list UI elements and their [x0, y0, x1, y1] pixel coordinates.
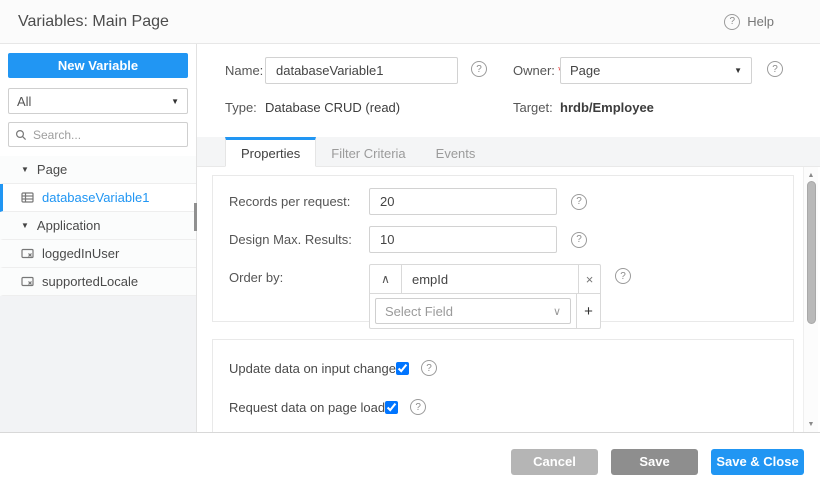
caret-down-icon: ▼ — [171, 97, 179, 106]
name-help-icon[interactable]: ? — [471, 61, 487, 77]
variables-dialog: Variables: Main Page ? Help New Variable… — [0, 0, 820, 490]
sidebar-filler — [0, 296, 196, 432]
new-variable-button[interactable]: New Variable — [8, 53, 188, 78]
tab-filter-criteria[interactable]: Filter Criteria — [316, 137, 420, 167]
update-on-input-label: Update data on input change — [229, 361, 396, 376]
caret-down-icon: ▼ — [21, 221, 29, 230]
order-by-help-icon[interactable]: ? — [615, 268, 631, 284]
tree-item-label: supportedLocale — [42, 274, 138, 289]
dialog-header: Variables: Main Page ? Help — [0, 0, 820, 44]
design-max-results-row: Design Max. Results: ? — [229, 226, 777, 253]
search-icon — [15, 129, 28, 141]
update-on-input-checkbox[interactable] — [396, 362, 409, 375]
scroll-up-icon[interactable]: ▲ — [808, 169, 815, 181]
records-per-request-label: Records per request: — [229, 188, 369, 215]
select-field-placeholder: Select Field — [385, 304, 453, 319]
static-variable-icon — [21, 275, 34, 288]
dialog-body: New Variable All ▼ ▼ Page — [0, 44, 820, 432]
owner-select[interactable]: Page ▼ — [560, 57, 752, 84]
records-per-request-help-icon[interactable]: ? — [571, 194, 587, 210]
request-on-load-label: Request data on page load — [229, 400, 385, 415]
target-value: hrdb/Employee — [560, 100, 654, 115]
behavior-panel: Update data on input change ? Request da… — [212, 339, 794, 432]
dialog-footer: Cancel Save Save & Close — [0, 432, 820, 490]
tab-bar: Properties Filter Criteria Events — [197, 137, 820, 167]
design-max-results-label: Design Max. Results: — [229, 226, 369, 253]
chevron-down-icon: ∨ — [553, 305, 561, 318]
tree-item-label: databaseVariable1 — [42, 190, 149, 205]
variable-filter-select[interactable]: All ▼ — [8, 88, 188, 114]
search-input[interactable] — [33, 128, 181, 142]
update-on-input-row: Update data on input change ? — [229, 360, 777, 376]
tree-item-logged-in-user[interactable]: loggedInUser — [0, 240, 196, 268]
name-input[interactable] — [265, 57, 458, 84]
target-label: Target: — [513, 100, 553, 115]
content-scrollbar[interactable]: ▲ ▼ — [803, 167, 818, 432]
properties-tab-content: Records per request: ? Design Max. Resul… — [197, 167, 820, 432]
type-value: Database CRUD (read) — [265, 100, 400, 115]
tab-properties[interactable]: Properties — [225, 137, 316, 167]
owner-label: Owner:* — [513, 57, 563, 84]
database-variable-icon — [21, 191, 34, 204]
save-and-close-button[interactable]: Save & Close — [711, 449, 804, 475]
type-label: Type: — [225, 100, 257, 115]
select-field-dropdown[interactable]: Select Field ∨ — [375, 298, 571, 324]
records-per-request-row: Records per request: ? — [229, 188, 777, 215]
order-by-add-row: Select Field ∨ + — [370, 293, 600, 328]
order-by-field-input[interactable] — [402, 265, 578, 293]
data-settings-panel: Records per request: ? Design Max. Resul… — [212, 175, 794, 322]
search-box[interactable] — [8, 122, 188, 147]
order-by-widget: ∧ × Select Field ∨ — [369, 264, 601, 329]
tab-events[interactable]: Events — [421, 137, 491, 167]
caret-down-icon: ▼ — [734, 66, 742, 75]
owner-value: Page — [570, 63, 600, 78]
cancel-button[interactable]: Cancel — [511, 449, 598, 475]
scroll-down-icon[interactable]: ▼ — [808, 418, 815, 430]
update-on-input-help-icon[interactable]: ? — [421, 360, 437, 376]
order-by-row: Order by: ∧ × Select Field — [229, 264, 777, 329]
tree-group-label: Page — [37, 162, 67, 177]
save-button[interactable]: Save — [611, 449, 698, 475]
help-icon: ? — [724, 14, 740, 30]
tree-item-database-variable[interactable]: databaseVariable1 — [0, 184, 196, 212]
help-label: Help — [747, 14, 774, 29]
scrollbar-thumb[interactable] — [807, 181, 816, 324]
help-button[interactable]: ? Help — [724, 14, 802, 30]
tree-group-application[interactable]: ▼ Application — [0, 212, 196, 240]
tree-group-page[interactable]: ▼ Page — [0, 156, 196, 184]
tree-item-label: loggedInUser — [42, 246, 119, 261]
static-variable-icon — [21, 247, 34, 260]
tree-group-label: Application — [37, 218, 101, 233]
page-title: Variables: Main Page — [18, 13, 169, 31]
sidebar: New Variable All ▼ ▼ Page — [0, 44, 197, 432]
tree-item-supported-locale[interactable]: supportedLocale — [0, 268, 196, 296]
owner-help-icon[interactable]: ? — [767, 61, 783, 77]
variable-tree: ▼ Page databaseVariable1 ▼ — [0, 156, 196, 296]
request-on-load-checkbox[interactable] — [385, 401, 398, 414]
request-on-load-help-icon[interactable]: ? — [410, 399, 426, 415]
main-panel: Name:* ? Owner:* Page ▼ ? Type: Data — [197, 44, 820, 432]
add-field-button[interactable]: + — [576, 294, 600, 328]
design-max-results-input[interactable] — [369, 226, 557, 253]
request-on-load-row: Request data on page load ? — [229, 399, 777, 415]
variable-meta-form: Name:* ? Owner:* Page ▼ ? Type: Data — [197, 44, 820, 137]
order-by-label: Order by: — [229, 264, 369, 291]
records-per-request-input[interactable] — [369, 188, 557, 215]
remove-field-button[interactable]: × — [578, 265, 600, 293]
design-max-results-help-icon[interactable]: ? — [571, 232, 587, 248]
caret-down-icon: ▼ — [21, 165, 29, 174]
variable-filter-value: All — [17, 94, 31, 109]
sort-ascending-button[interactable]: ∧ — [370, 265, 402, 293]
order-by-entry: ∧ × — [370, 265, 600, 293]
